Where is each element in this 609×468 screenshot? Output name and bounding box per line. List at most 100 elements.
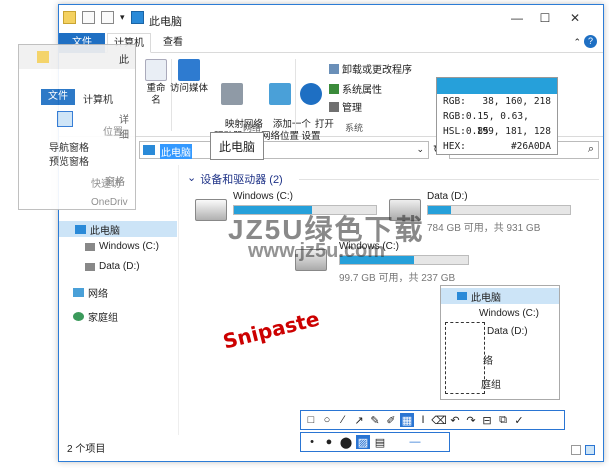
media-icon xyxy=(178,59,200,81)
ribbon-tabs: 文件 计算机 查看 ⌃ ? xyxy=(59,33,603,53)
title-bar: ▾ 此电脑 — ☐ ✕ xyxy=(59,5,603,33)
pattern-icon[interactable]: ▨ xyxy=(356,435,370,449)
drive-info: 784 GB 可用，共 931 GB xyxy=(427,223,541,234)
quick-access-label: 快速访 xyxy=(91,179,121,190)
maximize-button[interactable]: ☐ xyxy=(535,11,555,25)
help-icon[interactable]: ? xyxy=(584,35,597,48)
chevron-down-icon: ⌄ xyxy=(187,172,197,184)
pencil-tool-icon[interactable]: ✎ xyxy=(368,413,382,427)
minimize-button[interactable]: — xyxy=(507,11,527,25)
mosaic-tool-icon[interactable]: ▦ xyxy=(400,413,414,427)
nav-item-homegroup[interactable]: 家庭组 xyxy=(73,309,118,324)
check-icon xyxy=(329,83,339,94)
selection-box[interactable] xyxy=(445,322,485,394)
group-system-label: 系统 xyxy=(345,123,364,133)
properties-icon[interactable] xyxy=(82,11,95,24)
windows-drive-icon xyxy=(85,242,95,251)
tiles-view-icon[interactable] xyxy=(585,445,595,455)
color-swatch xyxy=(437,78,557,94)
drive-icon xyxy=(85,262,95,271)
annotation-toolbar: □ ○ ⁄ ↗ ✎ ✐ ▦ I ⌫ ↶ ↷ ⊟ ⧉ ✓ xyxy=(300,410,565,430)
panel-tab-computer: 计算机 xyxy=(83,95,113,106)
folder-icon xyxy=(37,51,49,63)
uninstall-icon xyxy=(329,63,339,74)
manage-button[interactable]: 管理 xyxy=(329,99,362,114)
address-path: 此电脑 xyxy=(160,144,192,159)
drive-usage-bar xyxy=(427,205,571,215)
onedrive-label: OneDriv xyxy=(91,197,128,208)
nav-item-this-pc[interactable]: 此电脑 xyxy=(59,221,177,237)
this-pc-icon xyxy=(75,224,86,234)
tab-view[interactable]: 查看 xyxy=(157,33,189,53)
medium-dot-icon[interactable]: ● xyxy=(322,435,336,449)
search-icon: ⌕ xyxy=(587,143,594,155)
breadcrumb: 此 xyxy=(119,55,129,66)
section-header[interactable]: ⌄ 设备和驱动器 (2) xyxy=(187,171,283,187)
text-tool-icon[interactable]: I xyxy=(416,413,430,427)
windows-drive-icon xyxy=(195,199,227,221)
system-properties-button[interactable]: 系统属性 xyxy=(329,81,382,96)
picker-row: RGB: 0.15, 0.63, 0.85 xyxy=(443,111,529,137)
status-bar: 2 个项目 xyxy=(67,444,106,455)
manage-icon xyxy=(329,101,339,112)
annotation-options-toolbar: • ● ⬤ ▨ ▤ — xyxy=(300,432,450,452)
done-icon[interactable]: ✓ xyxy=(512,413,526,427)
mini-row-this-pc: 此电脑 xyxy=(441,288,559,304)
address-tooltip: 此电脑 xyxy=(210,132,264,160)
window-title: 此电脑 xyxy=(149,16,182,28)
network-icon xyxy=(73,288,84,297)
small-dot-icon[interactable]: • xyxy=(305,435,319,449)
ribbon-collapse-icon[interactable]: ⌃ xyxy=(573,37,581,48)
nav-item-network[interactable]: 网络 xyxy=(73,285,108,300)
uninstall-button[interactable]: 卸载或更改程序 xyxy=(329,61,412,76)
picker-row: HEX: #26A0DA xyxy=(443,141,551,152)
redo-icon[interactable]: ↷ xyxy=(464,413,478,427)
preview-pane-label: 预览窗格 xyxy=(49,157,89,168)
pinned-snip[interactable]: 此电脑 Windows (C:) Data (D:) 络 庭组 xyxy=(440,285,560,400)
watermark-url: www.jz5u.com xyxy=(248,240,386,262)
address-bar[interactable]: 此电脑 ⌄ xyxy=(139,141,429,159)
drive-map-icon xyxy=(221,83,243,105)
this-pc-icon xyxy=(130,11,144,24)
details-view-icon[interactable] xyxy=(571,445,581,455)
save-icon[interactable]: ⊟ xyxy=(480,413,494,427)
picker-row: HSL: 199, 181, 128 xyxy=(443,126,551,137)
rename-button[interactable]: 重命名 xyxy=(145,59,167,107)
line-tool-icon[interactable]: ⁄ xyxy=(336,413,350,427)
brush-icon[interactable]: ▤ xyxy=(373,435,387,449)
rectangle-tool-icon[interactable]: □ xyxy=(304,413,318,427)
mini-row-d: Data (D:) xyxy=(487,326,528,337)
nav-item-c[interactable]: Windows (C:) xyxy=(85,241,159,252)
mini-row-c: Windows (C:) xyxy=(479,308,540,319)
arrow-tool-icon[interactable]: ↗ xyxy=(352,413,366,427)
network-location-icon xyxy=(269,83,291,105)
qat-dropdown-icon[interactable]: ▾ xyxy=(120,12,125,23)
section-divider xyxy=(299,179,599,180)
folder-icon[interactable] xyxy=(63,11,76,24)
size-slider[interactable]: — xyxy=(390,435,440,449)
nav-pane-label: 导航窗格 xyxy=(49,143,89,154)
this-pc-icon xyxy=(457,292,467,300)
homegroup-icon xyxy=(73,312,84,321)
quick-access-toolbar: ▾ xyxy=(63,11,144,24)
drive-info: 99.7 GB 可用，共 237 GB xyxy=(339,273,456,284)
large-dot-icon[interactable]: ⬤ xyxy=(339,435,353,449)
gear-icon xyxy=(300,83,322,105)
close-button[interactable]: ✕ xyxy=(565,11,585,25)
panel-tab-file: 文件 xyxy=(41,89,75,105)
copy-icon[interactable]: ⧉ xyxy=(496,413,510,427)
color-picker-panel: RGB: 38, 160, 218 RGB: 0.15, 0.63, 0.85 HS… xyxy=(436,77,558,155)
nav-item-d[interactable]: Data (D:) xyxy=(85,261,140,272)
nav-pane-icon xyxy=(57,111,73,127)
ellipse-tool-icon[interactable]: ○ xyxy=(320,413,334,427)
drive-name: Windows (C:) xyxy=(233,191,294,202)
snip-history-panel: 此 文件 计算机 详细 位置 导航窗格 预览窗格 窗格 快速访 OneDriv xyxy=(18,44,136,210)
eraser-tool-icon[interactable]: ⌫ xyxy=(431,413,447,427)
marker-tool-icon[interactable]: ✐ xyxy=(384,413,398,427)
this-pc-icon xyxy=(143,145,155,155)
picker-row: RGB: 38, 160, 218 xyxy=(443,96,551,107)
new-folder-icon[interactable] xyxy=(101,11,114,24)
address-dropdown-icon[interactable]: ⌄ xyxy=(416,144,424,155)
undo-icon[interactable]: ↶ xyxy=(448,413,462,427)
media-button[interactable]: 访问媒体 xyxy=(169,59,209,95)
